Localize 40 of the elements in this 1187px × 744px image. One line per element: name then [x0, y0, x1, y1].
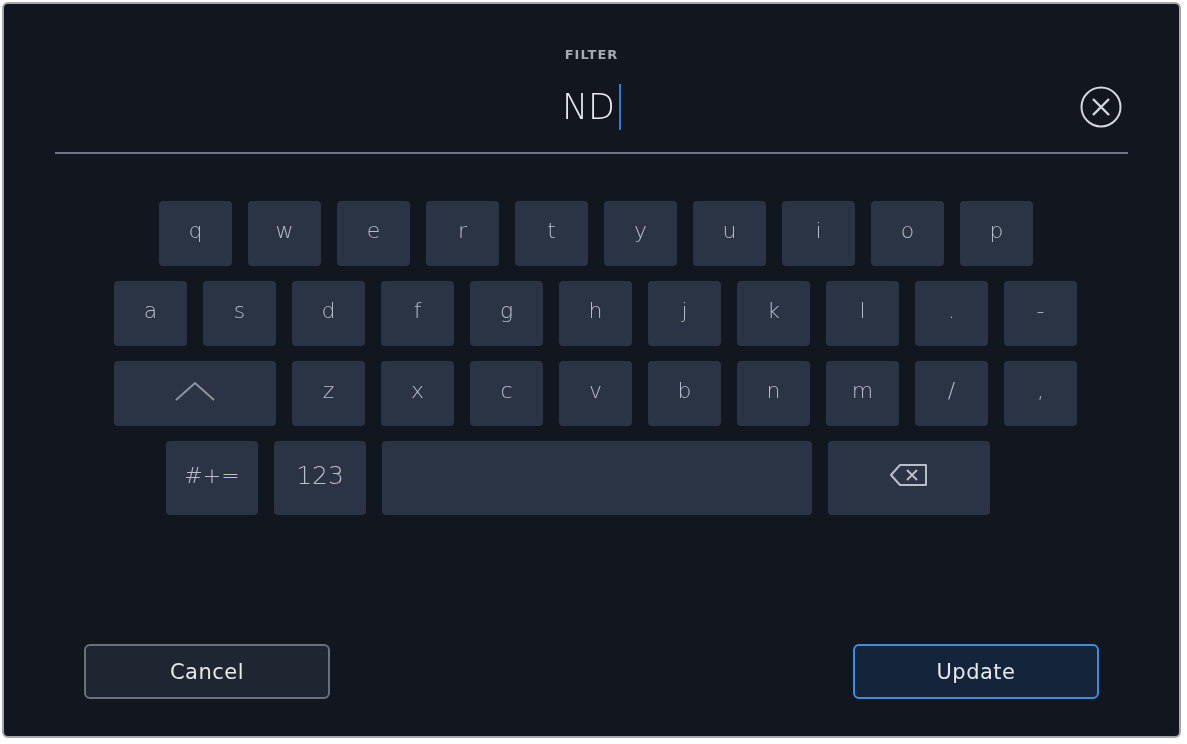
key[interactable]: / [915, 361, 988, 426]
key[interactable]: l [826, 281, 899, 346]
symbols-key[interactable]: #+= [166, 441, 258, 515]
key[interactable]: x [381, 361, 454, 426]
key[interactable]: o [871, 201, 944, 266]
key[interactable]: j [648, 281, 721, 346]
key[interactable]: f [381, 281, 454, 346]
numbers-key[interactable]: 123 [274, 441, 366, 515]
key[interactable]: - [1004, 281, 1077, 346]
key[interactable]: t [515, 201, 588, 266]
key[interactable]: r [426, 201, 499, 266]
key[interactable]: a [114, 281, 187, 346]
cancel-button[interactable]: Cancel [84, 644, 330, 699]
key[interactable]: z [292, 361, 365, 426]
backspace-icon [890, 463, 928, 487]
key[interactable]: g [470, 281, 543, 346]
caret-up-icon [175, 380, 215, 401]
field-label: FILTER [564, 47, 619, 62]
key[interactable]: u [693, 201, 766, 266]
key[interactable]: d [292, 281, 365, 346]
backspace-key[interactable] [828, 441, 990, 515]
key[interactable]: e [337, 201, 410, 266]
clear-icon[interactable] [1079, 85, 1123, 129]
key[interactable]: k [737, 281, 810, 346]
key[interactable]: p [960, 201, 1033, 266]
key[interactable]: n [737, 361, 810, 426]
key[interactable]: h [559, 281, 632, 346]
key[interactable]: . [915, 281, 988, 346]
text-input[interactable]: ND [561, 84, 622, 130]
key[interactable]: y [604, 201, 677, 266]
update-button[interactable]: Update [853, 644, 1099, 699]
key[interactable]: s [203, 281, 276, 346]
key[interactable]: w [248, 201, 321, 266]
key[interactable]: , [1004, 361, 1077, 426]
key[interactable]: b [648, 361, 721, 426]
key[interactable]: c [470, 361, 543, 426]
key[interactable]: v [559, 361, 632, 426]
key[interactable]: m [826, 361, 899, 426]
key[interactable]: q [159, 201, 232, 266]
key[interactable]: i [782, 201, 855, 266]
